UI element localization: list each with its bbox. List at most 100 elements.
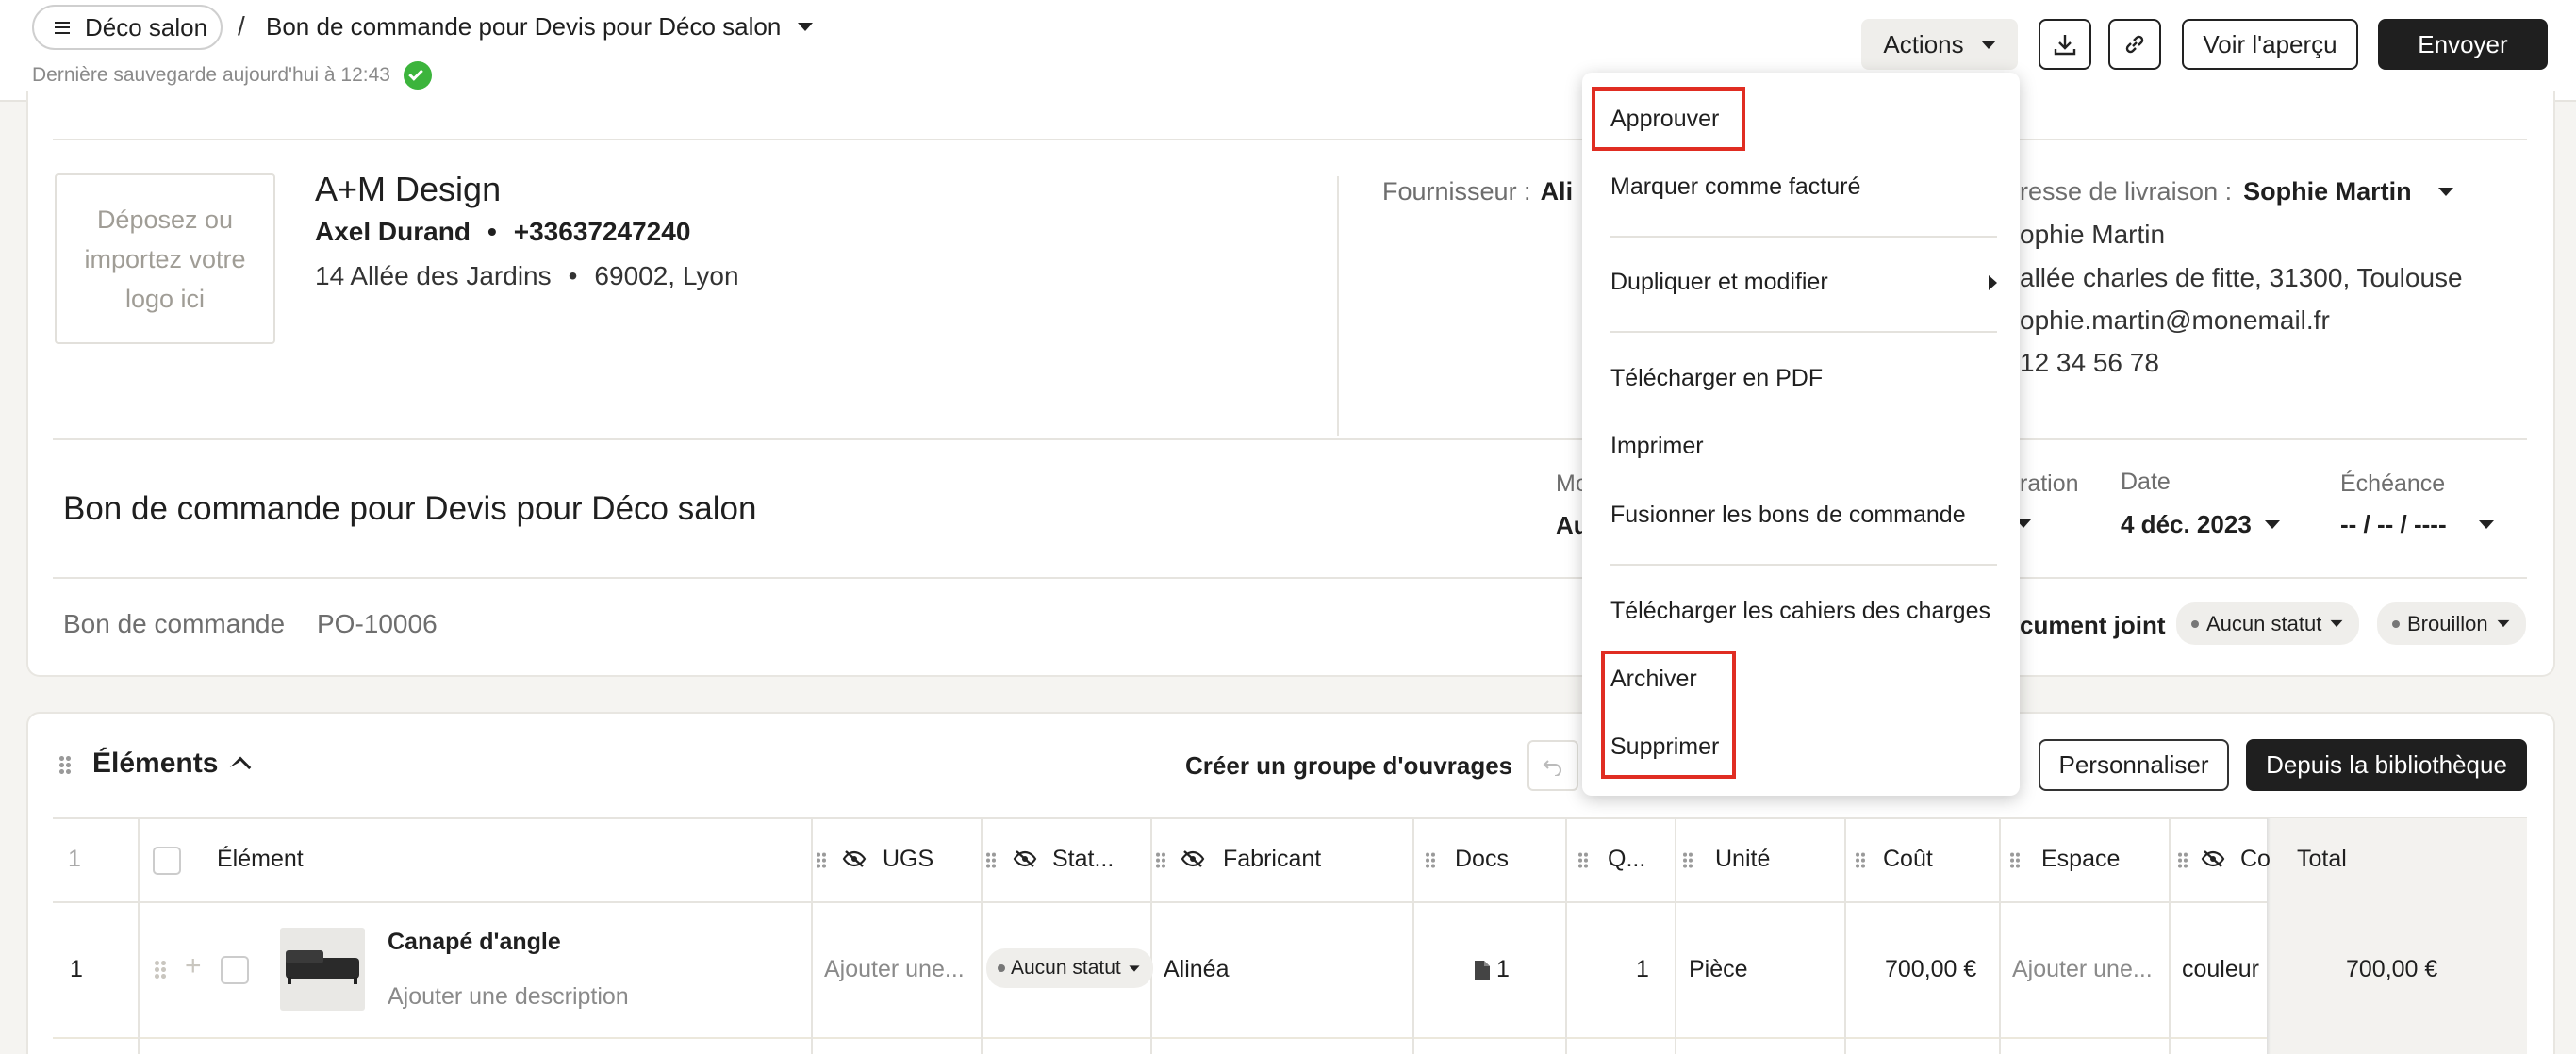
col-docs[interactable]: Docs <box>1455 846 1509 873</box>
duration-label: ration <box>2020 470 2079 497</box>
row-status-badge[interactable]: Aucun statut <box>986 948 1153 988</box>
due-date-picker[interactable]: -- / -- / ---- <box>2340 510 2494 539</box>
product-space[interactable]: Ajouter une... <box>2012 956 2153 983</box>
delivery-line-3: ophie.martin@monemail.fr <box>2020 305 2330 335</box>
eye-off-icon[interactable] <box>842 850 867 867</box>
document-title-dropdown[interactable]: Bon de commande pour Devis pour Déco sal… <box>266 12 814 41</box>
menu-item-download-pdf[interactable]: Télécharger en PDF <box>1610 365 1823 392</box>
menu-item-duplicate-edit[interactable]: Dupliquer et modifier <box>1610 269 1997 296</box>
product-thumbnail[interactable] <box>280 928 365 1011</box>
drag-handle-icon[interactable] <box>2177 851 2188 870</box>
delivery-address-selector[interactable]: resse de livraison : Sophie Martin <box>2020 177 2453 206</box>
product-total: 700,00 € <box>2346 956 2438 982</box>
drag-handle-icon[interactable] <box>154 960 167 980</box>
drag-handle-icon[interactable] <box>58 755 72 776</box>
drag-handle-icon[interactable] <box>1577 851 1589 870</box>
col-ugs[interactable]: UGS <box>883 846 933 873</box>
menu-item-download-specs[interactable]: Télécharger les cahiers des charges <box>1610 598 1990 625</box>
product-unit[interactable]: Pièce <box>1689 956 1748 983</box>
drag-handle-icon[interactable] <box>1425 851 1436 870</box>
company-address: 14 Allée des Jardins • 69002, Lyon <box>315 261 739 290</box>
col-total[interactable]: Total <box>2297 846 2347 873</box>
copy-link-button[interactable] <box>2108 19 2161 70</box>
from-library-button[interactable]: Depuis la bibliothèque <box>2246 739 2527 791</box>
due-date-label: Échéance <box>2340 470 2446 497</box>
status-dot-icon <box>998 964 1005 972</box>
drag-handle-icon[interactable] <box>1855 851 1866 870</box>
eye-off-icon[interactable] <box>2201 850 2225 867</box>
status-badge[interactable]: Aucun statut <box>2176 602 2360 645</box>
row-index: 1 <box>70 956 83 982</box>
table-top-border <box>53 817 2527 819</box>
menu-item-mark-invoiced[interactable]: Marquer comme facturé <box>1610 173 1860 201</box>
col-maker[interactable]: Fabricant <box>1223 846 1321 873</box>
elements-title-toggle[interactable]: Éléments <box>92 748 252 780</box>
check-circle-icon <box>403 61 432 90</box>
section-divider-1 <box>53 438 2527 440</box>
add-row-icon[interactable]: + <box>185 950 202 982</box>
product-cost[interactable]: 700,00 € <box>1885 956 1976 983</box>
drag-handle-icon[interactable] <box>985 851 997 870</box>
company-name: A+M Design <box>315 170 502 208</box>
drag-handle-icon[interactable] <box>1155 851 1166 870</box>
col-co[interactable]: Co <box>2240 846 2271 873</box>
header-vertical-divider <box>1337 176 1339 436</box>
col-cost[interactable]: Coût <box>1883 846 1933 873</box>
delivery-line-2: allée charles de fitte, 31300, Toulouse <box>2020 263 2463 292</box>
supplier-field[interactable]: Fournisseur : Ali <box>1382 177 1573 206</box>
col-divider <box>138 818 140 1054</box>
table-row-border <box>53 1037 2527 1039</box>
section-divider-2 <box>53 577 2527 579</box>
drag-handle-icon[interactable] <box>816 851 827 870</box>
actions-button[interactable]: Actions <box>1861 19 2018 70</box>
drag-handle-icon[interactable] <box>2009 851 2021 870</box>
menu-item-merge-orders[interactable]: Fusionner les bons de commande <box>1610 502 1966 529</box>
product-name[interactable]: Canapé d'angle <box>388 929 561 956</box>
col-status[interactable]: Stat... <box>1052 846 1114 873</box>
product-ugs[interactable]: Ajouter une... <box>824 956 965 983</box>
col-space[interactable]: Espace <box>2041 846 2120 873</box>
customize-button[interactable]: Personnaliser <box>2039 739 2229 791</box>
col-element[interactable]: Élément <box>217 846 304 873</box>
eye-off-icon[interactable] <box>1181 850 1205 867</box>
po-number[interactable]: PO-10006 <box>317 609 438 639</box>
row-checkbox[interactable] <box>221 956 249 984</box>
product-qty[interactable]: 1 <box>1636 956 1649 983</box>
col-unit[interactable]: Unité <box>1715 846 1770 873</box>
row-count: 1 <box>68 846 81 872</box>
date-picker[interactable]: 4 déc. 2023 <box>2121 510 2280 539</box>
product-docs[interactable]: 1 <box>1474 956 1510 983</box>
product-description[interactable]: Ajouter une description <box>388 983 629 1011</box>
attachment-label[interactable]: cument joint <box>2020 611 2166 640</box>
col-divider <box>1844 818 1846 1054</box>
chevron-up-icon <box>230 756 252 779</box>
logo-dropzone[interactable]: Déposez ou importez votre logo ici <box>55 173 275 344</box>
chevron-down-icon <box>1980 40 1996 49</box>
company-contact: Axel Durand • +33637247240 <box>315 217 691 246</box>
select-all-checkbox[interactable] <box>153 847 181 875</box>
undo-button[interactable] <box>1527 740 1578 791</box>
product-co[interactable]: couleur : <box>2182 956 2267 983</box>
chevron-down-icon <box>2478 520 2494 529</box>
preview-button[interactable]: Voir l'aperçu <box>2182 19 2358 70</box>
product-maker[interactable]: Alinéa <box>1164 956 1230 983</box>
eye-off-icon[interactable] <box>1013 850 1037 867</box>
create-group-button[interactable]: Créer un groupe d'ouvrages <box>1185 751 1512 781</box>
drag-handle-icon[interactable] <box>1682 851 1693 870</box>
delivery-line-4: 12 34 56 78 <box>2020 348 2159 377</box>
last-saved-text: Dernière sauvegarde aujourd'hui à 12:43 <box>32 61 432 90</box>
col-qty[interactable]: Q... <box>1608 846 1645 873</box>
project-breadcrumb-button[interactable]: Déco salon <box>32 5 223 50</box>
project-label: Déco salon <box>85 12 208 41</box>
draft-badge[interactable]: Brouillon <box>2377 602 2526 645</box>
chevron-down-icon <box>2437 188 2453 196</box>
chevron-down-icon <box>2497 619 2510 628</box>
download-button[interactable] <box>2039 19 2091 70</box>
col-divider <box>1412 818 1414 1054</box>
undo-icon <box>1543 760 1561 776</box>
chevron-down-icon <box>1129 964 1140 972</box>
menu-item-print[interactable]: Imprimer <box>1610 433 1704 460</box>
chevron-down-icon <box>2264 520 2280 529</box>
send-button[interactable]: Envoyer <box>2378 19 2548 70</box>
breadcrumb-separator: / <box>238 11 245 41</box>
